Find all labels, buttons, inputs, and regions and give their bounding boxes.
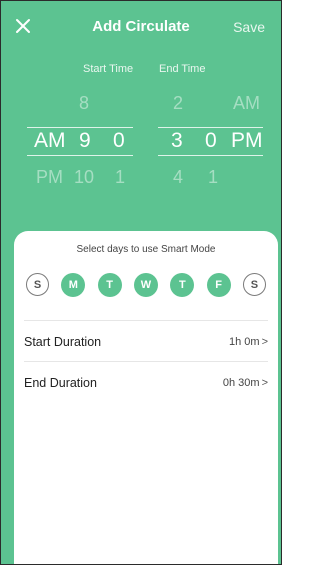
divider [24,361,268,362]
end-duration-label: End Duration [24,376,97,390]
start-minute-selected[interactable]: 0 [113,129,125,153]
end-ampm-selected[interactable]: PM [231,129,263,153]
end-ampm-option[interactable]: AM [233,93,260,114]
end-hour-option[interactable]: 2 [173,93,183,114]
day-selector: S M T W T F S [26,273,266,297]
chevron-right-icon: > [261,377,268,389]
start-duration-value-wrap: 1h 0m > [229,336,268,348]
start-duration-value: 1h 0m [228,336,260,348]
end-duration-value: 0h 30m [222,377,260,389]
end-selection-bottom-line [158,155,263,156]
smart-mode-sheet: Select days to use Smart Mode S M T W T … [14,231,278,564]
end-hour-selected[interactable]: 3 [171,129,183,153]
start-hour-selected[interactable]: 9 [79,129,91,153]
end-minute-selected[interactable]: 0 [205,129,217,153]
day-toggle-wednesday[interactable]: W [133,273,158,297]
header: Add Circulate Save [1,1,281,51]
start-duration-label: Start Duration [24,335,102,349]
screen: Add Circulate Save Start Time End Time A… [0,0,282,565]
start-selection-bottom-line [27,155,133,156]
end-selection-top-line [158,127,263,128]
divider [24,320,268,321]
start-minute-option[interactable]: 1 [115,167,125,188]
end-duration-value-wrap: 0h 30m > [223,377,268,389]
chevron-right-icon: > [261,336,268,348]
start-selection-top-line [27,127,133,128]
end-duration-row[interactable]: End Duration 0h 30m > [24,365,268,401]
start-ampm-option[interactable]: PM [36,167,63,188]
day-toggle-thursday[interactable]: T [170,273,195,297]
start-hour-option[interactable]: 10 [74,167,94,188]
end-time-label: End Time [159,63,206,75]
start-time-label: Start Time [83,63,134,75]
end-minute-option[interactable]: 1 [208,167,218,188]
day-toggle-monday[interactable]: M [61,273,86,297]
day-toggle-sunday[interactable]: S [26,273,49,296]
start-hour-option[interactable]: 8 [79,93,89,114]
start-ampm-selected[interactable]: AM [34,129,66,153]
start-duration-row[interactable]: Start Duration 1h 0m > [24,324,268,360]
day-toggle-saturday[interactable]: S [242,273,266,296]
time-picker[interactable]: AM PM 8 9 10 0 1 2 3 4 0 1 AM PM [1,89,281,209]
sheet-title: Select days to use Smart Mode [76,244,216,255]
end-hour-option[interactable]: 4 [173,167,183,188]
save-button[interactable]: Save [233,19,265,35]
day-toggle-friday[interactable]: F [206,273,231,297]
day-toggle-tuesday[interactable]: T [97,273,122,297]
